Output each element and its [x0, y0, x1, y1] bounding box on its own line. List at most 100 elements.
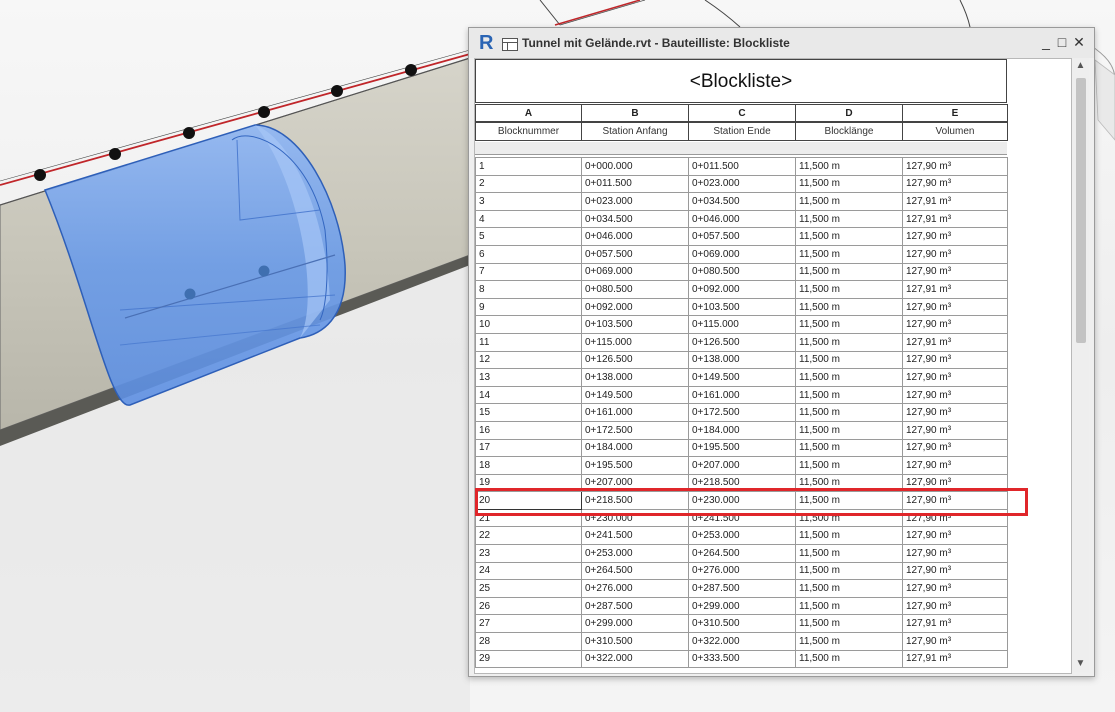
table-row[interactable]: 3 0+023.000 0+034.500 11,500 m 127,91 m³: [475, 192, 1008, 211]
blocknummer-cell[interactable]: 17: [475, 438, 582, 458]
blocklaenge-cell[interactable]: 11,500 m: [795, 192, 903, 211]
station-ende-cell[interactable]: 0+023.000: [688, 174, 796, 194]
window-titlebar[interactable]: R Tunnel mit Gelände.rvt - Bauteilliste:…: [469, 28, 1094, 58]
station-anfang-cell[interactable]: 0+034.500: [581, 209, 689, 229]
station-anfang-cell[interactable]: 0+218.500: [581, 491, 689, 510]
blocknummer-cell[interactable]: 6: [475, 244, 582, 264]
volumen-cell[interactable]: 127,91 m³: [902, 332, 1008, 352]
volumen-cell[interactable]: 127,90 m³: [902, 420, 1008, 440]
blocklaenge-cell[interactable]: 11,500 m: [795, 596, 903, 616]
station-anfang-cell[interactable]: 0+046.000: [581, 227, 689, 246]
volumen-cell[interactable]: 127,90 m³: [902, 262, 1008, 282]
station-ende-cell[interactable]: 0+069.000: [688, 244, 796, 264]
table-row[interactable]: 20 0+218.500 0+230.000 11,500 m 127,90 m³: [475, 491, 1008, 510]
table-row[interactable]: 5 0+046.000 0+057.500 11,500 m 127,90 m³: [475, 227, 1008, 246]
volumen-cell[interactable]: 127,90 m³: [902, 227, 1008, 246]
station-anfang-cell[interactable]: 0+184.000: [581, 438, 689, 458]
volumen-cell[interactable]: 127,91 m³: [902, 192, 1008, 211]
station-ende-cell[interactable]: 0+253.000: [688, 526, 796, 546]
blocklaenge-cell[interactable]: 11,500 m: [795, 438, 903, 458]
station-ende-cell[interactable]: 0+092.000: [688, 280, 796, 299]
station-ende-cell[interactable]: 0+322.000: [688, 632, 796, 651]
station-anfang-cell[interactable]: 0+207.000: [581, 473, 689, 493]
station-anfang-cell[interactable]: 0+310.500: [581, 632, 689, 651]
blocklaenge-cell[interactable]: 11,500 m: [795, 614, 903, 634]
volumen-cell[interactable]: 127,91 m³: [902, 280, 1008, 299]
blocklaenge-cell[interactable]: 11,500 m: [795, 473, 903, 493]
station-ende-cell[interactable]: 0+264.500: [688, 544, 796, 563]
blocklaenge-cell[interactable]: 11,500 m: [795, 561, 903, 581]
volumen-cell[interactable]: 127,90 m³: [902, 174, 1008, 194]
blocknummer-cell[interactable]: 28: [475, 632, 582, 651]
table-row[interactable]: 27 0+299.000 0+310.500 11,500 m 127,91 m³: [475, 614, 1008, 634]
table-row[interactable]: 2 0+011.500 0+023.000 11,500 m 127,90 m³: [475, 174, 1008, 194]
column-letter-c[interactable]: C: [688, 104, 796, 122]
station-anfang-cell[interactable]: 0+161.000: [581, 403, 689, 422]
blocklaenge-cell[interactable]: 11,500 m: [795, 227, 903, 246]
blocknummer-cell[interactable]: 21: [475, 508, 582, 528]
station-ende-cell[interactable]: 0+161.000: [688, 385, 796, 405]
station-anfang-cell[interactable]: 0+287.500: [581, 596, 689, 616]
column-letter-e[interactable]: E: [902, 104, 1008, 122]
blocklaenge-cell[interactable]: 11,500 m: [795, 209, 903, 229]
station-anfang-cell[interactable]: 0+057.500: [581, 244, 689, 264]
volumen-cell[interactable]: 127,90 m³: [902, 350, 1008, 370]
schedule-title[interactable]: <Blockliste>: [475, 59, 1007, 103]
schedule-sheet[interactable]: <Blockliste> A B C D E Blocknummer Stati…: [474, 58, 1072, 674]
volumen-cell[interactable]: 127,90 m³: [902, 526, 1008, 546]
table-row[interactable]: 26 0+287.500 0+299.000 11,500 m 127,90 m³: [475, 596, 1008, 616]
blocknummer-cell[interactable]: 25: [475, 579, 582, 598]
blocknummer-cell[interactable]: 14: [475, 385, 582, 405]
volumen-cell[interactable]: 127,91 m³: [902, 614, 1008, 634]
station-ende-cell[interactable]: 0+184.000: [688, 420, 796, 440]
blocknummer-cell[interactable]: 26: [475, 596, 582, 616]
station-ende-cell[interactable]: 0+333.500: [688, 649, 796, 669]
station-anfang-cell[interactable]: 0+115.000: [581, 332, 689, 352]
volumen-cell[interactable]: 127,90 m³: [902, 491, 1008, 510]
blocklaenge-cell[interactable]: 11,500 m: [795, 579, 903, 598]
table-row[interactable]: 16 0+172.500 0+184.000 11,500 m 127,90 m³: [475, 420, 1008, 440]
table-row[interactable]: 13 0+138.000 0+149.500 11,500 m 127,90 m³: [475, 368, 1008, 387]
station-anfang-cell[interactable]: 0+241.500: [581, 526, 689, 546]
blocknummer-cell[interactable]: 4: [475, 209, 582, 229]
blocklaenge-cell[interactable]: 11,500 m: [795, 649, 903, 669]
scroll-up-arrow-icon[interactable]: ▲: [1072, 58, 1089, 74]
blocklaenge-cell[interactable]: 11,500 m: [795, 297, 903, 317]
station-anfang-cell[interactable]: 0+069.000: [581, 262, 689, 282]
blocknummer-cell[interactable]: 10: [475, 315, 582, 334]
station-anfang-cell[interactable]: 0+138.000: [581, 368, 689, 387]
vertical-scrollbar[interactable]: ▲ ▼: [1072, 58, 1089, 672]
volumen-cell[interactable]: 127,90 m³: [902, 473, 1008, 493]
volumen-cell[interactable]: 127,90 m³: [902, 456, 1008, 475]
volumen-cell[interactable]: 127,90 m³: [902, 244, 1008, 264]
station-anfang-cell[interactable]: 0+103.500: [581, 315, 689, 334]
volumen-cell[interactable]: 127,90 m³: [902, 561, 1008, 581]
station-ende-cell[interactable]: 0+276.000: [688, 561, 796, 581]
blocklaenge-cell[interactable]: 11,500 m: [795, 315, 903, 334]
volumen-cell[interactable]: 127,90 m³: [902, 438, 1008, 458]
blocklaenge-cell[interactable]: 11,500 m: [795, 157, 903, 176]
station-ende-cell[interactable]: 0+149.500: [688, 368, 796, 387]
station-ende-cell[interactable]: 0+057.500: [688, 227, 796, 246]
table-row[interactable]: 1 0+000.000 0+011.500 11,500 m 127,90 m³: [475, 157, 1008, 176]
table-row[interactable]: 24 0+264.500 0+276.000 11,500 m 127,90 m³: [475, 561, 1008, 581]
table-row[interactable]: 4 0+034.500 0+046.000 11,500 m 127,91 m³: [475, 209, 1008, 229]
blocknummer-cell[interactable]: 9: [475, 297, 582, 317]
blocklaenge-cell[interactable]: 11,500 m: [795, 332, 903, 352]
blocklaenge-cell[interactable]: 11,500 m: [795, 368, 903, 387]
blocklaenge-cell[interactable]: 11,500 m: [795, 385, 903, 405]
minimize-button[interactable]: _: [1039, 34, 1053, 50]
volumen-cell[interactable]: 127,90 m³: [902, 315, 1008, 334]
blocknummer-cell[interactable]: 29: [475, 649, 582, 669]
blocknummer-cell[interactable]: 12: [475, 350, 582, 370]
table-row[interactable]: 11 0+115.000 0+126.500 11,500 m 127,91 m³: [475, 332, 1008, 352]
station-ende-cell[interactable]: 0+080.500: [688, 262, 796, 282]
table-row[interactable]: 14 0+149.500 0+161.000 11,500 m 127,90 m³: [475, 385, 1008, 405]
station-anfang-cell[interactable]: 0+000.000: [581, 157, 689, 176]
station-ende-cell[interactable]: 0+287.500: [688, 579, 796, 598]
blocknummer-cell[interactable]: 7: [475, 262, 582, 282]
table-row[interactable]: 8 0+080.500 0+092.000 11,500 m 127,91 m³: [475, 280, 1008, 299]
blocklaenge-cell[interactable]: 11,500 m: [795, 280, 903, 299]
blocklaenge-cell[interactable]: 11,500 m: [795, 262, 903, 282]
blocklaenge-cell[interactable]: 11,500 m: [795, 244, 903, 264]
